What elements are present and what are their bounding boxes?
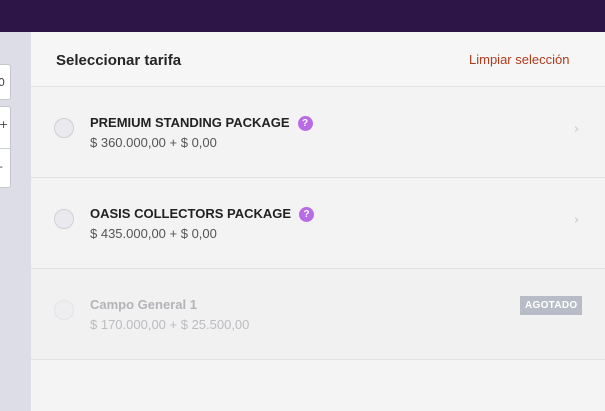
zoom-divider (0, 148, 10, 149)
panel-title: Seleccionar tarifa (56, 52, 182, 69)
tariff-row-premium[interactable]: PREMIUM STANDING PACKAGE? $ 360.000,00 +… (31, 87, 605, 178)
tariff-panel: Seleccionar tarifa Limpiar selección PRE… (31, 32, 605, 411)
zoom-out-button[interactable]: - (0, 160, 3, 173)
zoom-controls: + - (0, 106, 11, 188)
panel-header: Seleccionar tarifa Limpiar selección (31, 32, 605, 87)
radio-icon (54, 300, 74, 320)
chevron-right-icon[interactable]: › (574, 213, 579, 228)
radio-icon[interactable] (54, 209, 74, 229)
tariff-price: $ 360.000,00 + $ 0,00 (90, 135, 217, 150)
zoom-in-button[interactable]: + (0, 118, 8, 131)
sold-out-badge: AGOTADO (520, 296, 583, 315)
tariff-price: $ 170.000,00 + $ 25.500,00 (90, 317, 250, 332)
radio-icon[interactable] (54, 118, 74, 138)
tariff-name: PREMIUM STANDING PACKAGE (90, 115, 290, 130)
tariff-row-oasis[interactable]: OASIS COLLECTORS PACKAGE? $ 435.000,00 +… (31, 178, 605, 269)
clear-selection-link[interactable]: Limpiar selección (469, 52, 569, 67)
tariff-row-campo-general: Campo General 1 $ 170.000,00 + $ 25.500,… (31, 269, 605, 360)
question-icon[interactable]: ? (299, 207, 315, 222)
side-button-zero[interactable]: 0 (0, 64, 11, 100)
chevron-right-icon[interactable]: › (574, 122, 579, 137)
question-icon[interactable]: ? (297, 116, 313, 131)
tariff-price: $ 435.000,00 + $ 0,00 (90, 226, 217, 241)
side-button-zero-label: 0 (0, 76, 5, 89)
tariff-name: Campo General 1 (90, 297, 197, 312)
tariff-name: OASIS COLLECTORS PACKAGE (90, 206, 292, 221)
top-bar (0, 0, 605, 32)
